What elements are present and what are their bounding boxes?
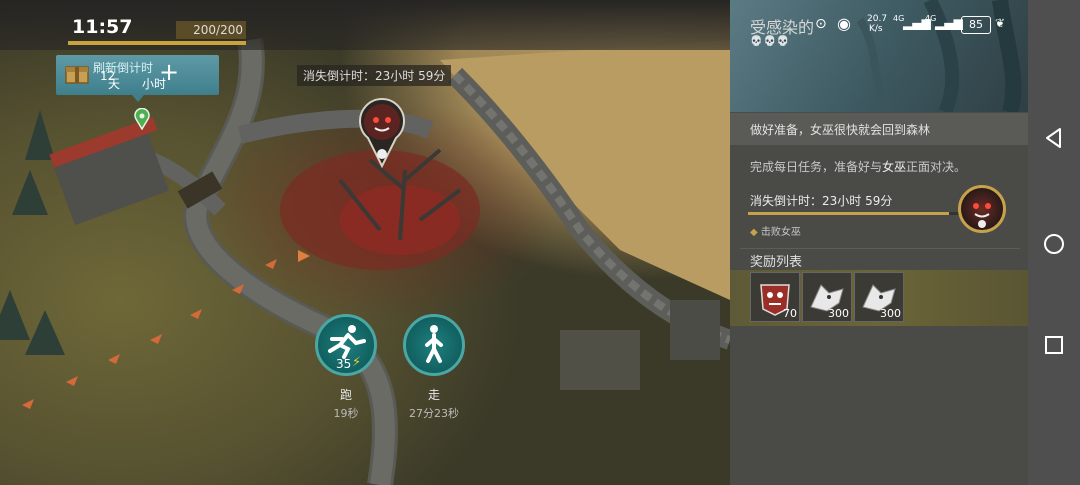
game-map[interactable]: 11:57 200/200 刷新倒计时 12 天 小时 + 消失倒计时：23小时… (0, 0, 730, 485)
objective: ◆ 击败女巫 (750, 223, 801, 238)
reward-qty-2: 300 (828, 307, 849, 320)
leaf-icon: ❦ (995, 16, 1006, 30)
energy-bar (68, 41, 246, 45)
energy-value: 200/200 (193, 23, 243, 37)
eye-icon: ◉ (837, 14, 851, 33)
recents-button[interactable] (1042, 333, 1066, 357)
panel-subtitle: 做好准备，女巫很快就会回到森林 (750, 123, 931, 137)
energy-counter: 200/200 (176, 21, 246, 39)
witch-face-icon (973, 203, 991, 228)
desc-suffix: 正面对决。 (906, 160, 967, 174)
system-nav-bar (1028, 0, 1080, 485)
run-icon (328, 325, 366, 359)
witch-avatar[interactable] (958, 185, 1006, 233)
run-time: 19秒 (333, 407, 359, 420)
back-triangle-icon (1046, 128, 1061, 148)
walk-label: 走 (427, 388, 440, 402)
lock-icon: ⊙ (815, 16, 827, 32)
back-button[interactable] (1042, 126, 1066, 150)
difficulty-skulls: 💀💀💀 (750, 36, 791, 47)
desc-highlight: 女巫 (882, 160, 907, 174)
run-label: 跑 (339, 388, 352, 402)
walk-icon (425, 325, 443, 363)
rewards-title: 奖励列表 (750, 255, 803, 270)
recents-square-icon (1045, 336, 1063, 354)
panel-subtitle-band: 做好准备，女巫很快就会回到森林 (730, 113, 1028, 145)
net-speed-bottom: K/s (869, 24, 883, 34)
signal-2-bars-icon: ▂▄▆ (935, 16, 963, 30)
countdown-bar (748, 212, 966, 215)
reward-qty-1: 70 (783, 307, 797, 320)
clock-time: 11:57 (72, 16, 133, 38)
reward-item-2[interactable]: 300 (802, 272, 852, 322)
add-button[interactable]: + (159, 60, 179, 84)
battery-level: 85 (969, 18, 983, 31)
battery-icon: 85 (961, 16, 991, 34)
refresh-box-pointer (132, 95, 144, 102)
witch-map-marker[interactable] (358, 98, 406, 168)
countdown-bar-fill (748, 212, 949, 215)
reward-item-1[interactable]: 70 (750, 272, 800, 322)
energy-bar-fill (68, 41, 246, 45)
refresh-timer-box[interactable]: 刷新倒计时 12 天 小时 + (56, 55, 219, 95)
divider (740, 248, 1020, 249)
event-panel: 受感染的 💀💀💀 做好准备，女巫很快就会回到森林 完成每日任务，准备好与女巫正面… (730, 0, 1028, 485)
reward-qty-3: 300 (880, 307, 901, 320)
panel-title: 受感染的 (750, 18, 815, 37)
refresh-unit-day: 天 (108, 77, 121, 91)
panel-countdown: 消失倒计时：23小时 59分 (750, 194, 893, 208)
run-button[interactable]: 35 ⚡ (315, 314, 377, 376)
objective-bullet: ◆ (750, 227, 758, 238)
reward-item-3[interactable]: 300 (854, 272, 904, 322)
run-cost: 35 (336, 357, 352, 371)
walk-time: 27分23秒 (409, 407, 459, 420)
objective-text: 击败女巫 (760, 227, 801, 238)
panel-description: 完成每日任务，准备好与女巫正面对决。 (750, 158, 966, 175)
walk-button[interactable] (403, 314, 465, 376)
map-countdown: 消失倒计时：23小时 59分 (297, 65, 452, 86)
net-speed-top: 20.7 (867, 14, 888, 24)
supply-box-icon (64, 61, 90, 87)
lightning-icon: ⚡ (352, 355, 362, 370)
home-button[interactable] (1042, 232, 1066, 256)
home-circle-icon (1044, 234, 1064, 254)
desc-prefix: 完成每日任务，准备好与 (750, 160, 883, 174)
